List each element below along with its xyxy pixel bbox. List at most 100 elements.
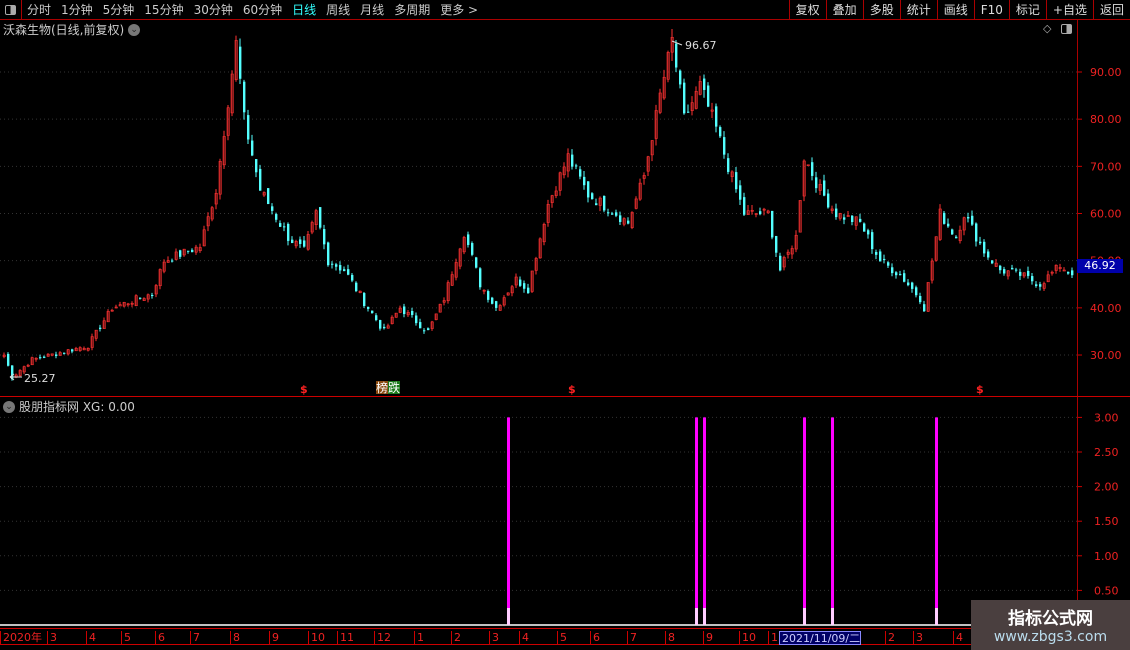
candle-body [715, 106, 718, 127]
signal-bar-base [831, 608, 834, 625]
candle-body [771, 210, 774, 238]
candle-body [723, 137, 726, 155]
candle-body [171, 260, 174, 262]
candle-body [355, 282, 358, 292]
candle-body [1031, 276, 1034, 282]
candle-body [759, 211, 762, 215]
chevron-down-icon[interactable]: ⌄ [3, 400, 15, 413]
candle-body [39, 357, 42, 359]
candle-body [331, 263, 334, 265]
candle-body [591, 193, 594, 200]
candle-body [987, 251, 990, 258]
date-axis-label: 9 [703, 631, 713, 645]
watermark-url: www.zbgs3.com [993, 629, 1108, 645]
candle-body [979, 241, 982, 244]
date-axis-label: 4 [86, 631, 96, 645]
candle-body [943, 212, 946, 224]
candle-body [587, 181, 590, 198]
signal-bar [803, 417, 806, 625]
candle-body [239, 46, 242, 79]
candle-body [975, 223, 978, 242]
date-axis-label: 6 [590, 631, 600, 645]
candle-body [495, 301, 498, 308]
last-price-label: 46.92 [1077, 259, 1123, 273]
candle-body [299, 239, 302, 244]
date-axis-label: 1 [414, 631, 424, 645]
candle-body [815, 177, 818, 189]
candle-body [259, 168, 262, 191]
candle-body [323, 229, 326, 245]
y-tick-label: 1.00 [1094, 550, 1119, 563]
date-axis-label: 10 [739, 631, 756, 645]
candle-body [479, 268, 482, 288]
y-tick-label: 3.00 [1094, 411, 1119, 424]
candle-body [871, 232, 874, 250]
date-axis-label: 12 [374, 631, 391, 645]
y-tick-label: 0.50 [1094, 584, 1119, 597]
candle-body [1067, 271, 1070, 274]
date-axis-label: 2 [451, 631, 461, 645]
price-chart[interactable]: 90.0080.0070.0060.0050.0040.0030.003.002… [0, 0, 1130, 650]
high-price-label: 96.67 [685, 39, 717, 52]
candle-body [863, 223, 866, 232]
candle-body [811, 162, 814, 176]
candle-body [7, 353, 10, 366]
candle-body [899, 274, 902, 276]
candle-body [467, 234, 470, 245]
candle-body [907, 282, 910, 286]
candle-body [911, 282, 914, 289]
signal-bar [831, 417, 834, 625]
candle-body [859, 218, 862, 222]
candle-body [411, 311, 414, 315]
candle-body [1011, 267, 1014, 270]
candle-body [575, 165, 578, 167]
candle-body [319, 207, 322, 228]
candle-body [275, 214, 278, 220]
signal-bar [935, 417, 938, 625]
candle-body [735, 172, 738, 190]
signal-bar-base [703, 608, 706, 625]
candle-body [607, 212, 610, 214]
candle-body [371, 310, 374, 314]
date-axis-label: 5 [121, 631, 131, 645]
candle-body [903, 273, 906, 282]
candle-body [267, 188, 270, 205]
candle-body [627, 220, 630, 224]
candle-body [603, 195, 606, 211]
candle-body [427, 328, 430, 331]
candle-body [327, 242, 330, 266]
date-axis-label: 8 [665, 631, 675, 645]
candle-body [919, 295, 922, 303]
panel-divider[interactable] [0, 396, 1130, 397]
candle-body [991, 260, 994, 264]
candle-body [583, 176, 586, 186]
candle-body [1071, 270, 1074, 276]
y-tick-label: 80.00 [1090, 113, 1122, 126]
candle-body [403, 306, 406, 315]
date-axis-label: 2 [885, 631, 895, 645]
candle-body [347, 269, 350, 275]
candle-body [675, 43, 678, 68]
date-axis-label: 3 [913, 631, 923, 645]
candle-body [287, 223, 290, 241]
candle-body [971, 215, 974, 225]
candle-body [835, 208, 838, 218]
date-axis-label: 8 [230, 631, 240, 645]
candle-body [687, 111, 690, 113]
y-tick-label: 30.00 [1090, 349, 1122, 362]
y-tick-label: 2.00 [1094, 481, 1119, 494]
candle-body [475, 257, 478, 268]
y-tick-label: 70.00 [1090, 160, 1122, 173]
candle-body [99, 327, 102, 330]
candle-body [523, 283, 526, 289]
candle-body [339, 265, 342, 271]
date-axis-label: 9 [269, 631, 279, 645]
candle-body [247, 115, 250, 140]
candle-body [415, 315, 418, 324]
date-axis-label: 3 [47, 631, 57, 645]
date-axis-label: 1 [768, 631, 778, 645]
candle-body [595, 203, 598, 206]
candle-body [251, 140, 254, 156]
candle-body [1035, 284, 1038, 287]
indicator-title[interactable]: ⌄ 股朋指标网 XG: 0.00 [3, 398, 135, 415]
